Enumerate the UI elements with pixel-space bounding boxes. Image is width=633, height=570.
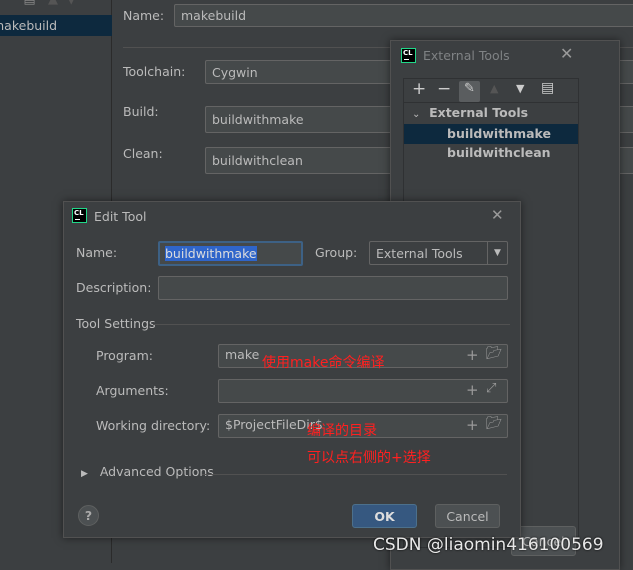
edit-tool-dialog: CL Edit Tool ✕ Name: buildwithmake Group… [63,201,521,538]
folder-icon[interactable]: 📂︎ [486,416,503,431]
clion-logo-icon: CL [401,48,416,63]
arguments-label: Arguments: [96,383,169,398]
help-button[interactable]: ? [78,505,99,526]
toolchain-label: Toolchain: [123,64,186,79]
clion-logo-icon: CL [72,208,87,223]
watermark: CSDN @liaomin416100569 [373,535,604,555]
close-icon[interactable]: ✕ [491,206,504,224]
chevron-right-icon: ▶ [81,469,88,479]
group-label: Group: [315,245,358,260]
insert-macro-icon[interactable]: + [466,346,479,364]
remove-icon[interactable]: − [0,0,11,7]
move-up-icon[interactable]: ▲ [490,82,498,95]
copy-icon[interactable]: ▤ [23,0,35,7]
copy-icon[interactable]: ▤ [541,80,554,96]
move-up-icon[interactable]: ▲ [48,0,58,7]
left-toolbar: − ▤ ▲ ▼ [0,0,76,7]
advanced-options-toggle[interactable]: ▶ Advanced Options [81,464,214,479]
tool-settings-heading: Tool Settings [76,316,156,331]
cancel-button[interactable]: Cancel [435,504,500,528]
edit-icon[interactable]: ✎ [459,81,480,102]
add-icon[interactable]: + [412,79,426,99]
name-input[interactable]: makebuild [174,4,633,27]
expand-icon[interactable]: ⤢ [486,381,496,396]
close-icon[interactable]: ✕ [560,44,573,63]
tool-name-input[interactable]: buildwithmake [158,241,303,266]
tree-item-buildwithclean[interactable]: buildwithclean [447,145,551,160]
annotation-hint: 可以点右侧的+选择 [307,450,431,466]
dropdown-arrow-icon[interactable]: ▼ [487,242,507,264]
list-item-makebuild[interactable]: makebuild [0,15,112,36]
arguments-input[interactable] [218,379,508,403]
remove-icon[interactable]: − [437,79,451,99]
chevron-down-icon: ⌄ [412,109,421,120]
name-label: Name: [123,8,165,23]
dialog-title: Edit Tool [94,209,147,224]
tree-group-external-tools[interactable]: ⌄ External Tools [412,105,528,120]
clean-label: Clean: [123,146,163,161]
annotation-program: 使用make命令编译 [262,355,385,371]
ok-button[interactable]: OK [352,504,417,528]
insert-macro-icon[interactable]: + [466,416,479,434]
folder-icon[interactable]: 📂︎ [486,346,503,361]
move-down-icon[interactable]: ▼ [66,0,76,7]
insert-macro-icon[interactable]: + [466,381,479,399]
name-label: Name: [76,245,118,260]
tools-toolbar: + − ✎ ▲ ▼ ▤ [404,79,578,103]
program-label: Program: [96,348,153,363]
tree-item-buildwithmake[interactable]: buildwithmake [404,124,578,144]
dialog-title: External Tools [423,48,510,63]
working-directory-label: Working directory: [96,418,211,433]
group-select[interactable]: External Tools ▼ [369,241,508,265]
description-label: Description: [76,280,152,295]
move-down-icon[interactable]: ▼ [516,82,524,95]
annotation-working-dir: 编译的目录 [307,423,377,439]
separator [202,474,507,475]
build-label: Build: [123,104,159,119]
description-input[interactable] [158,276,508,300]
separator [153,324,510,325]
